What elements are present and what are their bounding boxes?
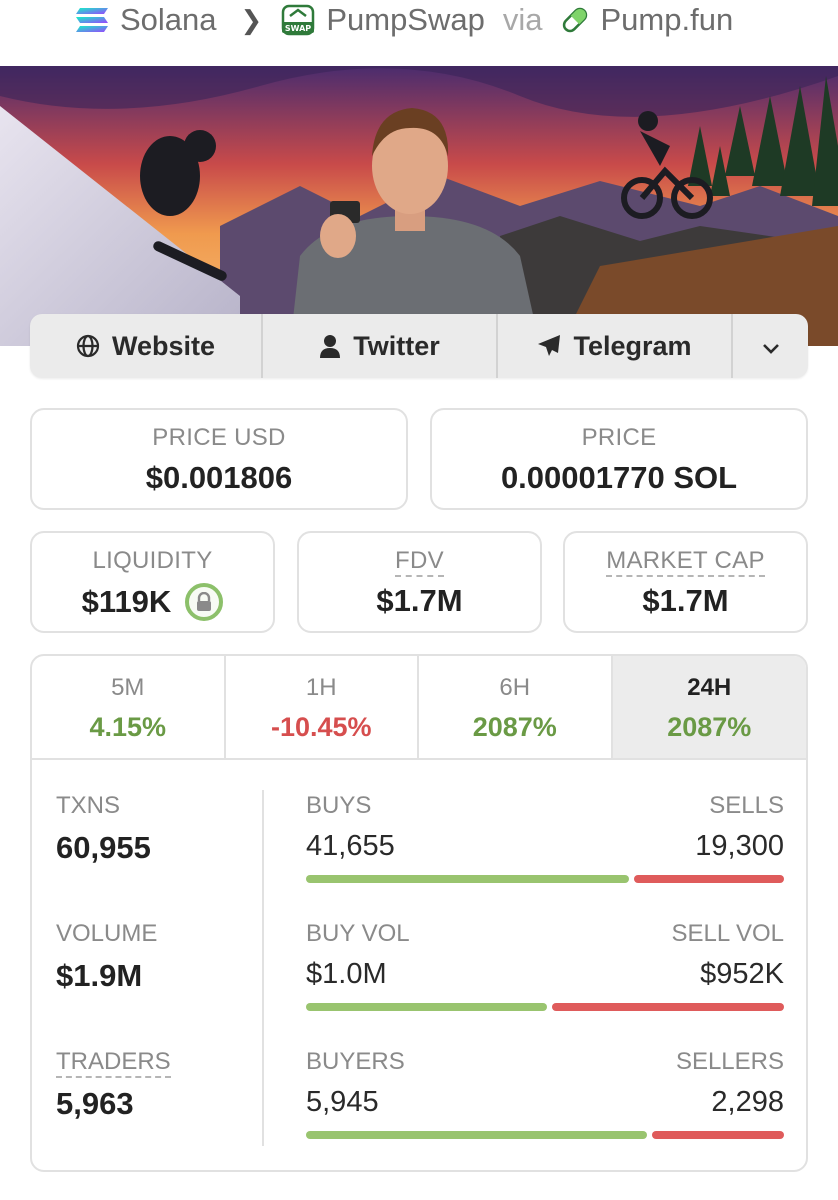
- paper-plane-icon: [537, 334, 561, 358]
- buy-vol-bar: [306, 1003, 547, 1011]
- liquidity-value: $119K: [81, 584, 172, 619]
- sell-vol-bar: [552, 1003, 784, 1011]
- user-icon: [319, 334, 341, 358]
- buy-sell-volume-row: BUY VOL SELL VOL $1.0M $952K: [306, 920, 784, 1011]
- fdv-label[interactable]: FDV: [395, 547, 444, 577]
- globe-icon: [76, 334, 100, 358]
- chevron-down-icon: [762, 331, 780, 362]
- twitter-link[interactable]: Twitter: [263, 314, 498, 378]
- buyers-bar: [306, 1131, 647, 1139]
- fdv-card: FDV $1.7M: [297, 531, 542, 633]
- tab-24h-label: 24H: [687, 674, 732, 701]
- buys-sells-bar: [306, 875, 784, 883]
- sells-value: 19,300: [695, 830, 784, 862]
- tab-6h-label: 6H: [499, 674, 531, 701]
- twitter-link-label: Twitter: [353, 330, 440, 361]
- tab-5m-change: 4.15%: [89, 712, 167, 742]
- price-usd-value: $0.001806: [145, 460, 293, 495]
- sellers-label: SELLERS: [675, 1048, 784, 1075]
- breadcrumb-dex[interactable]: PumpSwap: [326, 2, 485, 38]
- timeframe-details: TXNS 60,955 VOLUME $1.9M TRADERS 5,963 B…: [32, 760, 806, 1170]
- buyers-sellers-bar: [306, 1131, 784, 1139]
- tab-6h-change: 2087%: [472, 712, 557, 742]
- price-usd-label: PRICE USD: [152, 424, 286, 451]
- telegram-link[interactable]: Telegram: [498, 314, 733, 378]
- buyers-label: BUYERS: [306, 1048, 405, 1075]
- breadcrumb-chain[interactable]: Solana: [120, 2, 217, 38]
- solana-icon: [74, 6, 110, 34]
- pumpswap-icon: SWAP: [280, 2, 316, 38]
- buys-sells-row: BUYS SELLS 41,655 19,300: [306, 792, 784, 883]
- buyers-sellers-row: BUYERS SELLERS 5,945 2,298: [306, 1048, 784, 1139]
- tab-24h[interactable]: 24H 2087%: [612, 656, 806, 758]
- pumpswap-badge-text: SWAP: [285, 24, 311, 33]
- buy-sell-volume-bar: [306, 1003, 784, 1011]
- more-links-dropdown[interactable]: [733, 314, 808, 378]
- traders-label[interactable]: TRADERS: [56, 1048, 171, 1078]
- tab-1h-change: -10.45%: [270, 712, 372, 742]
- tab-24h-change: 2087%: [667, 712, 752, 742]
- liquidity-label: LIQUIDITY: [92, 547, 213, 574]
- pill-icon: [559, 4, 591, 36]
- market-cap-card: MARKET CAP $1.7M: [563, 531, 808, 633]
- chevron-right-icon: ❯: [240, 4, 263, 35]
- tab-5m-label: 5M: [111, 674, 145, 701]
- social-links-bar: Website Twitter Telegram: [30, 314, 808, 378]
- volume-value: $1.9M: [56, 958, 143, 993]
- breadcrumb-launchpad[interactable]: Pump.fun: [601, 2, 734, 38]
- txns-label: TXNS: [56, 792, 121, 819]
- timeframe-panel: 5M 4.15% 1H -10.45% 6H 2087% 24H 2087% T…: [30, 654, 808, 1172]
- sell-vol-value: $952K: [700, 958, 784, 990]
- tab-1h[interactable]: 1H -10.45%: [226, 656, 419, 758]
- tab-6h[interactable]: 6H 2087%: [419, 656, 613, 758]
- price-native-value: 0.00001770 SOL: [500, 460, 738, 495]
- timeframe-tabs: 5M 4.15% 1H -10.45% 6H 2087% 24H 2087%: [32, 656, 806, 760]
- txns-stat: TXNS 60,955: [56, 792, 151, 866]
- traders-stat: TRADERS 5,963: [56, 1048, 171, 1122]
- market-cap-value: $1.7M: [642, 583, 729, 618]
- txns-value: 60,955: [56, 830, 151, 865]
- traders-value: 5,963: [56, 1086, 134, 1121]
- buy-vol-value: $1.0M: [306, 958, 387, 990]
- buyers-value: 5,945: [306, 1086, 379, 1118]
- volume-label: VOLUME: [56, 920, 158, 947]
- website-link[interactable]: Website: [30, 314, 263, 378]
- tab-5m[interactable]: 5M 4.15%: [32, 656, 226, 758]
- market-cap-label[interactable]: MARKET CAP: [606, 547, 765, 577]
- buys-label: BUYS: [306, 792, 372, 819]
- sells-bar: [634, 875, 784, 883]
- price-native-label: PRICE: [581, 424, 657, 451]
- column-divider: [262, 790, 264, 1146]
- website-link-label: Website: [111, 330, 216, 361]
- price-usd-card: PRICE USD $0.001806: [30, 408, 408, 510]
- volume-stat: VOLUME $1.9M: [56, 920, 157, 994]
- buy-vol-label: BUY VOL: [306, 920, 410, 947]
- sellers-bar: [652, 1131, 784, 1139]
- sells-label: SELLS: [709, 792, 784, 819]
- price-native-card: PRICE 0.00001770 SOL: [430, 408, 808, 510]
- fdv-value: $1.7M: [376, 583, 463, 618]
- sellers-value: 2,298: [711, 1086, 784, 1118]
- sell-vol-label: SELL VOL: [671, 920, 784, 947]
- liquidity-card: LIQUIDITY $119K: [30, 531, 275, 633]
- token-banner: [0, 66, 838, 346]
- tab-1h-label: 1H: [305, 674, 337, 701]
- breadcrumb-via: via: [502, 2, 543, 37]
- telegram-link-label: Telegram: [573, 330, 692, 361]
- buys-value: 41,655: [306, 830, 395, 862]
- buys-bar: [306, 875, 629, 883]
- lock-icon[interactable]: [185, 583, 224, 621]
- breadcrumb: Solana ❯ SWAP PumpSwap via Pump.fun: [74, 0, 733, 40]
